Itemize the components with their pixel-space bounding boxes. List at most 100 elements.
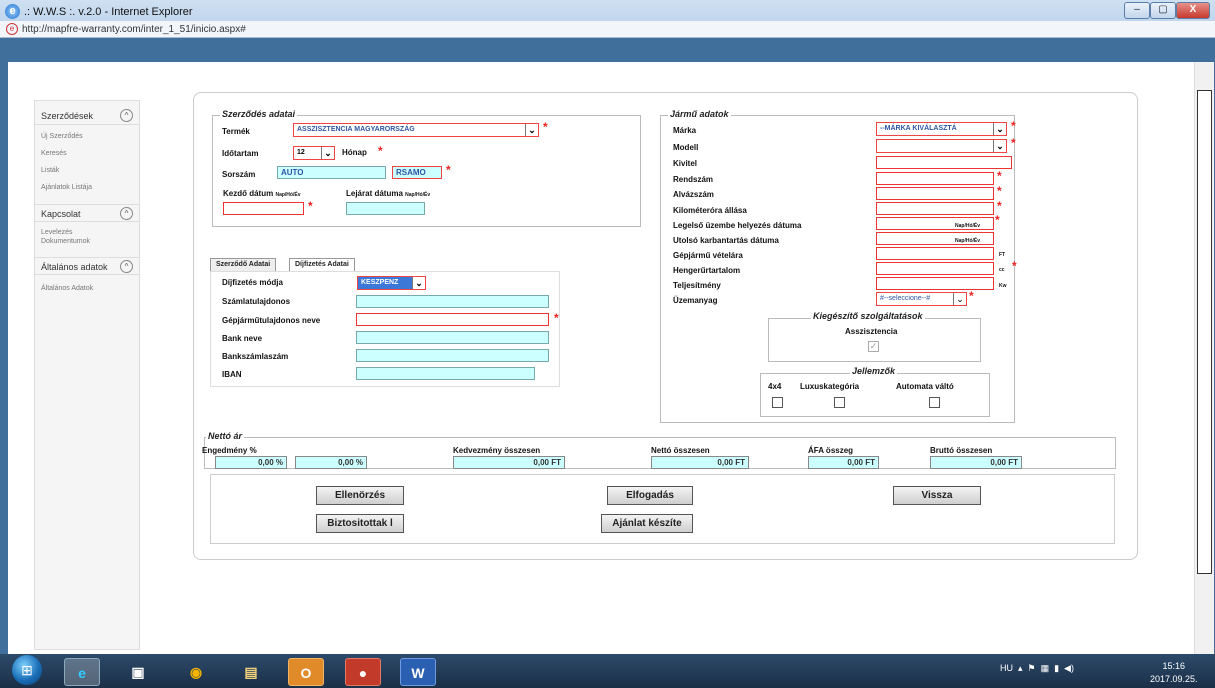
minimize-button[interactable]: – <box>1124 2 1150 19</box>
collapse-icon[interactable]: ^ <box>120 207 133 220</box>
plate-input[interactable] <box>876 172 994 185</box>
ie-taskbar-icon[interactable]: e <box>64 658 100 686</box>
end-date-input[interactable] <box>346 202 425 215</box>
required-icon: * <box>1011 136 1016 150</box>
language-indicator[interactable]: HU <box>1000 663 1013 673</box>
discount-2-field[interactable]: 0,00 % <box>295 456 367 469</box>
chevron-down-icon[interactable]: ⌄ <box>993 140 1006 152</box>
chevron-down-icon[interactable]: ⌄ <box>412 277 425 289</box>
model-select[interactable]: ⌄ <box>876 139 1007 153</box>
back-button[interactable]: Vissza <box>893 486 981 505</box>
media-taskbar-icon[interactable]: ▣ <box>120 658 156 686</box>
serial-code-field[interactable]: RSAMO <box>392 166 442 179</box>
maximize-button[interactable]: ▢ <box>1150 2 1176 19</box>
tab-contractor[interactable]: Szerződő Adatai <box>210 258 277 272</box>
sidebar-section-label: Szerződések <box>41 111 94 121</box>
chevron-down-icon[interactable]: ⌄ <box>321 147 334 159</box>
vat-field: 0,00 FT <box>808 456 879 469</box>
start-date-input[interactable] <box>223 202 304 215</box>
plate-label: Rendszám <box>673 175 714 184</box>
payment-method-select[interactable]: KESZPENZ ⌄ <box>357 276 426 290</box>
required-icon: * <box>308 199 313 213</box>
chevron-down-icon[interactable]: ⌄ <box>525 124 538 136</box>
clock[interactable]: 15:16 2017.09.25. <box>1150 660 1198 686</box>
serial-auto-field[interactable]: AUTO <box>277 166 386 179</box>
accept-button[interactable]: Elfogadás <box>607 486 693 505</box>
iban-input[interactable] <box>356 367 535 380</box>
odometer-input[interactable] <box>876 202 994 215</box>
sidebar-item-search[interactable]: Keresés <box>41 150 67 157</box>
chevron-down-icon[interactable]: ⌄ <box>993 123 1006 135</box>
collapse-icon[interactable]: ^ <box>120 109 133 122</box>
create-offer-button[interactable]: Ajánlat készíte <box>601 514 693 533</box>
trim-input[interactable] <box>876 156 1012 169</box>
check-button[interactable]: Ellenörzés <box>316 486 404 505</box>
model-label: Modell <box>673 143 699 152</box>
extras-legend: Kiegészítő szolgáltatások <box>811 311 925 321</box>
chevron-down-icon[interactable]: ⌄ <box>953 293 966 305</box>
discount-total-field: 0,00 FT <box>453 456 565 469</box>
outlook-taskbar-icon[interactable]: O <box>288 658 324 686</box>
fuel-select[interactable]: #--seleccione--# ⌄ <box>876 292 967 306</box>
bank-name-input[interactable] <box>356 331 549 344</box>
word-taskbar-icon[interactable]: W <box>400 658 436 686</box>
end-date-label: Lejárat dátuma Nap/Hó/Év <box>346 189 431 198</box>
power-input[interactable] <box>876 277 994 290</box>
collapse-icon[interactable]: ^ <box>120 260 133 273</box>
assistance-checkbox[interactable]: ✓ <box>868 341 879 352</box>
discount-total-label: Kedvezmény összesen <box>453 446 541 455</box>
luxury-label: Luxuskategória <box>800 382 860 391</box>
pdf-taskbar-icon[interactable]: ● <box>345 658 381 686</box>
required-icon: * <box>1011 119 1016 133</box>
close-button[interactable]: X <box>1176 2 1210 19</box>
discount-label: Engedmény % <box>202 446 257 455</box>
explorer-taskbar-icon[interactable]: ▤ <box>233 658 269 686</box>
fuel-value: #--seleccione--# <box>880 295 931 302</box>
duration-value: 12 <box>297 149 305 156</box>
account-owner-input[interactable] <box>356 295 549 308</box>
bank-account-label: Bankszámlaszám <box>222 352 289 361</box>
chrome-taskbar-icon[interactable]: ◉ <box>178 658 214 686</box>
extras-group <box>768 318 981 362</box>
vehicle-legend: Jármű adatok <box>668 109 731 119</box>
sidebar-section-contact[interactable]: Kapcsolat ^ <box>35 204 139 222</box>
4x4-checkbox[interactable] <box>772 397 783 408</box>
brand-select[interactable]: --MÁRKA KIVÁLASZTÁ ⌄ <box>876 122 1007 136</box>
chassis-input[interactable] <box>876 187 994 200</box>
automatic-checkbox[interactable] <box>929 397 940 408</box>
sidebar-item-documents[interactable]: Dokumentumok <box>41 238 90 245</box>
features-group <box>760 373 990 417</box>
required-icon: * <box>543 120 548 134</box>
cc-input[interactable] <box>876 262 994 275</box>
contract-legend: Szerződés adatai <box>220 109 298 119</box>
sidebar-item-lists[interactable]: Listák <box>41 167 59 174</box>
product-select[interactable]: ASSZISZTENCIA MAGYARORSZÁG ⌄ <box>293 123 539 137</box>
sidebar-section-general[interactable]: Általános adatok ^ <box>35 257 139 275</box>
sidebar-item-mail[interactable]: Levelezés <box>41 229 73 236</box>
sidebar-item-offers[interactable]: Ajánlatok Listája <box>41 184 92 191</box>
url-text[interactable]: http://mapfre-warranty.com/inter_1_51/in… <box>22 24 246 35</box>
duration-select[interactable]: 12 ⌄ <box>293 146 335 160</box>
sidebar-item-general-data[interactable]: Általános Adatok <box>41 285 93 292</box>
sidebar: Szerződések ^ Új Szerződés Keresés Listák… <box>34 100 140 650</box>
first-reg-format: Nap/Hó/Év <box>955 223 981 229</box>
fuel-label: Üzemanyag <box>673 296 718 305</box>
power-unit: Kw <box>999 283 1007 289</box>
tab-payment[interactable]: Díjfizetés Adatai <box>289 258 355 272</box>
scrollbar-thumb[interactable] <box>1197 90 1212 574</box>
insured-button[interactable]: Biztositottak l <box>316 514 404 533</box>
luxury-checkbox[interactable] <box>834 397 845 408</box>
sidebar-section-label: Általános adatok <box>41 262 108 272</box>
discount-1-field[interactable]: 0,00 % <box>215 456 287 469</box>
bank-account-input[interactable] <box>356 349 549 362</box>
automatic-label: Automata váltó <box>896 382 954 391</box>
required-icon: * <box>1012 259 1017 273</box>
vehicle-owner-label: Gépjárműtulajdonos neve <box>222 316 321 325</box>
vehicle-owner-input[interactable] <box>356 313 549 326</box>
sidebar-section-contracts[interactable]: Szerződések ^ <box>35 107 139 125</box>
price-input[interactable] <box>876 247 994 260</box>
sidebar-item-new-contract[interactable]: Új Szerződés <box>41 133 83 140</box>
start-button-icon[interactable]: ⊞ <box>12 655 42 685</box>
trim-label: Kivitel <box>673 159 698 168</box>
odometer-label: Kilométeróra állása <box>673 206 747 215</box>
